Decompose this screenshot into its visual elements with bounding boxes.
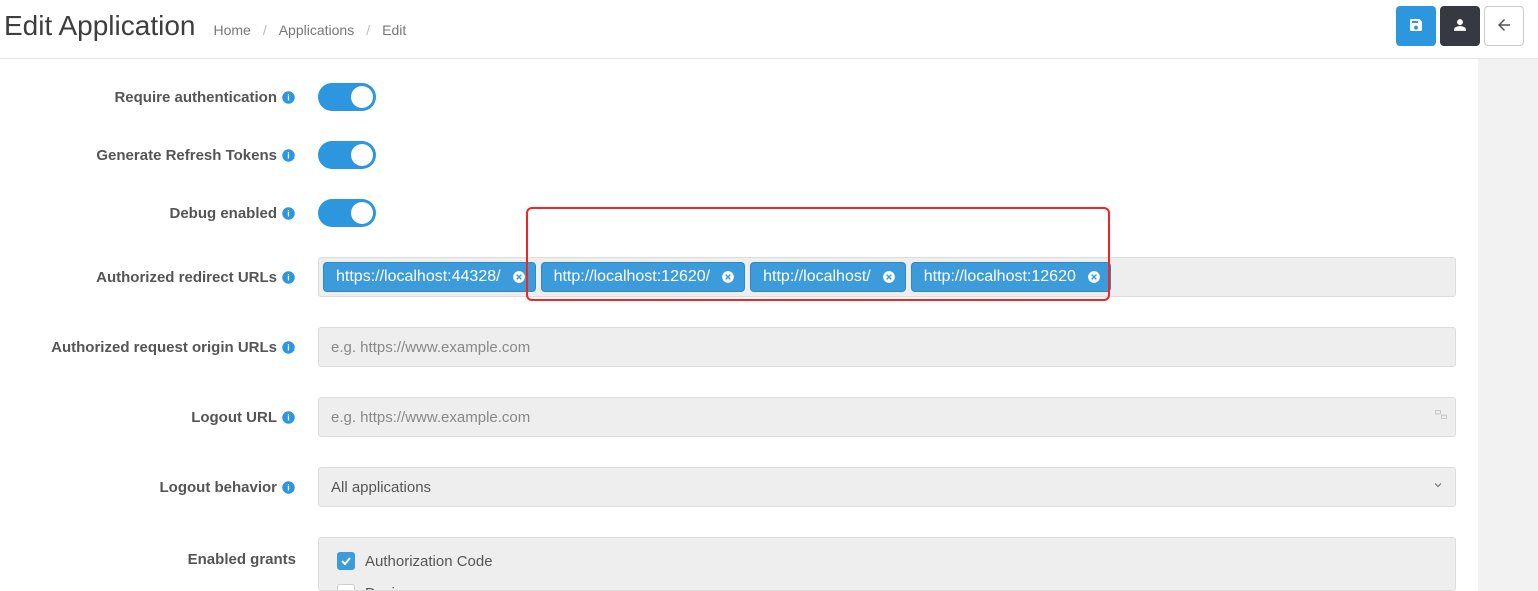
row-logout-url: Logout URL i (0, 397, 1478, 437)
remove-tag-icon[interactable] (1086, 269, 1102, 285)
label-debug: Debug enabled (169, 205, 277, 222)
svg-text:i: i (287, 92, 289, 102)
label-require-auth: Require authentication (114, 89, 277, 106)
form-container: Require authentication i Generate Refres… (0, 59, 1478, 591)
svg-text:i: i (287, 272, 289, 282)
label-redirect-urls: Authorized redirect URLs (96, 269, 277, 286)
url-tag-text: http://localhost/ (763, 268, 871, 286)
page-header: Edit Application Home / Applications / E… (0, 0, 1538, 59)
origin-urls-input[interactable] (318, 327, 1456, 367)
info-icon[interactable]: i (281, 480, 296, 495)
remove-tag-icon[interactable] (720, 269, 736, 285)
info-icon[interactable]: i (281, 206, 296, 221)
back-button[interactable] (1484, 6, 1524, 46)
label-logout-behavior: Logout behavior (160, 479, 278, 496)
label-refresh-tokens: Generate Refresh Tokens (96, 147, 277, 164)
locale-icon[interactable] (1434, 408, 1448, 427)
grant-checkbox[interactable] (337, 584, 355, 591)
header-actions (1396, 6, 1534, 46)
label-logout-url: Logout URL (191, 409, 277, 426)
info-icon[interactable]: i (281, 148, 296, 163)
info-icon[interactable]: i (281, 410, 296, 425)
svg-text:i: i (287, 150, 289, 160)
breadcrumb-sep: / (263, 22, 267, 38)
row-redirect-urls: Authorized redirect URLs i https://local… (0, 257, 1478, 297)
logout-behavior-select[interactable]: All applications (318, 467, 1456, 507)
row-logout-behavior: Logout behavior i All applications (0, 467, 1478, 507)
info-icon[interactable]: i (281, 340, 296, 355)
toggle-debug[interactable] (318, 199, 376, 227)
remove-tag-icon[interactable] (511, 269, 527, 285)
toggle-knob (351, 202, 373, 224)
url-tag: http://localhost:12620 (911, 262, 1111, 292)
row-origin-urls: Authorized request origin URLs i (0, 327, 1478, 367)
grant-label: Authorization Code (365, 553, 493, 570)
url-tag-text: https://localhost:44328/ (336, 268, 501, 286)
label-enabled-grants: Enabled grants (188, 551, 296, 568)
page-title: Edit Application (4, 10, 195, 42)
breadcrumb-home[interactable]: Home (213, 22, 250, 38)
row-refresh-tokens: Generate Refresh Tokens i (0, 141, 1478, 169)
toggle-refresh-tokens[interactable] (318, 141, 376, 169)
back-arrow-icon (1495, 16, 1513, 37)
row-debug: Debug enabled i (0, 199, 1478, 227)
user-icon (1453, 18, 1467, 35)
grant-label: Device (365, 585, 411, 591)
grant-row: Device (337, 584, 1437, 591)
svg-text:i: i (287, 412, 289, 422)
grant-checkbox[interactable] (337, 552, 355, 570)
remove-tag-icon[interactable] (881, 269, 897, 285)
scroll-gutter (1478, 59, 1538, 591)
svg-text:i: i (287, 208, 289, 218)
label-origin-urls: Authorized request origin URLs (51, 339, 277, 356)
url-tag: https://localhost:44328/ (323, 262, 536, 292)
toggle-require-auth[interactable] (318, 83, 376, 111)
grants-panel: Authorization Code Device (318, 537, 1456, 591)
breadcrumb: Home / Applications / Edit (213, 22, 406, 38)
url-tag-text: http://localhost:12620/ (554, 268, 711, 286)
logout-url-input[interactable] (318, 397, 1456, 437)
info-icon[interactable]: i (281, 90, 296, 105)
redirect-urls-input[interactable]: https://localhost:44328/ http://localhos… (318, 257, 1456, 297)
toggle-knob (351, 144, 373, 166)
header-left: Edit Application Home / Applications / E… (4, 10, 406, 42)
save-button[interactable] (1396, 6, 1436, 46)
url-tag-text: http://localhost:12620 (924, 268, 1076, 286)
user-button[interactable] (1440, 6, 1480, 46)
svg-text:i: i (287, 482, 289, 492)
save-icon (1408, 17, 1424, 36)
url-tag: http://localhost/ (750, 262, 906, 292)
breadcrumb-applications[interactable]: Applications (279, 22, 355, 38)
info-icon[interactable]: i (281, 270, 296, 285)
breadcrumb-sep: / (366, 22, 370, 38)
toggle-knob (351, 86, 373, 108)
svg-text:i: i (287, 342, 289, 352)
url-tag: http://localhost:12620/ (541, 262, 746, 292)
row-enabled-grants: Enabled grants Authorization Code Device (0, 537, 1478, 591)
row-require-auth: Require authentication i (0, 83, 1478, 111)
breadcrumb-edit: Edit (382, 22, 406, 38)
grant-row: Authorization Code (337, 552, 1437, 570)
